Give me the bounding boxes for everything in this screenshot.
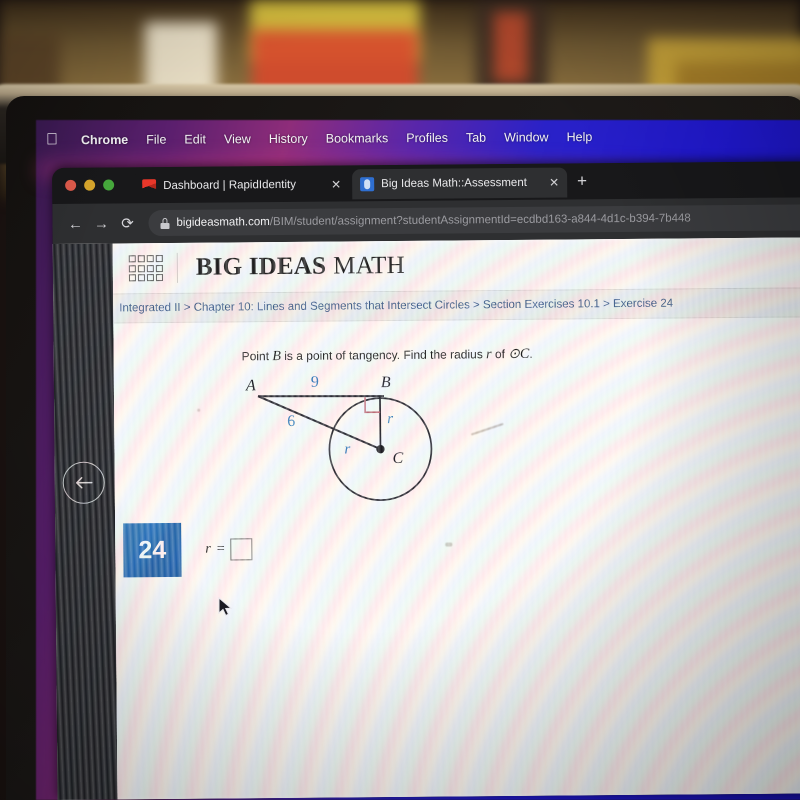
label-point-a: A bbox=[245, 377, 256, 394]
breadcrumb[interactable]: Integrated II > Chapter 10: Lines and Se… bbox=[113, 298, 673, 315]
geometry-diagram-svg: A B C 9 6 r r bbox=[245, 374, 433, 501]
close-tab-icon[interactable]: ✕ bbox=[331, 177, 341, 191]
reload-button[interactable]: ⟳ bbox=[114, 214, 140, 232]
apple-logo-icon[interactable]:  bbox=[46, 131, 58, 148]
web-page: BIG IDEAS MATH Integrated II > Chapter 10… bbox=[52, 237, 800, 800]
address-bar-text: bigideasmath.com/BIM/student/assignment?… bbox=[176, 212, 690, 228]
site-logo: BIG IDEAS MATH bbox=[196, 252, 405, 282]
tab-title: Dashboard | RapidIdentity bbox=[163, 178, 296, 193]
page-content-area: BIG IDEAS MATH Integrated II > Chapter 10… bbox=[112, 237, 800, 800]
rapididentity-favicon-icon bbox=[142, 179, 157, 194]
label-segment-9: 9 bbox=[311, 374, 319, 391]
header-divider bbox=[176, 252, 179, 283]
wall-frame bbox=[494, 12, 528, 82]
site-header: BIG IDEAS MATH bbox=[112, 237, 800, 295]
answer-row: 24 r = bbox=[123, 522, 253, 578]
omnibox-toolbar: ← → ⟳ bigideasmath.com/BIM/student/assig… bbox=[52, 197, 800, 244]
chrome-window: Dashboard | RapidIdentity ✕ Big Ideas Ma… bbox=[52, 161, 800, 800]
brand-light: MATH bbox=[333, 251, 405, 280]
menu-item-edit[interactable]: Edit bbox=[175, 132, 215, 146]
minimize-window-button[interactable] bbox=[84, 179, 96, 191]
lock-icon bbox=[160, 217, 169, 228]
label-segment-6: 6 bbox=[287, 413, 295, 430]
answer-variable-label: r bbox=[205, 541, 211, 557]
segment-a-to-c bbox=[257, 395, 381, 451]
exercise-number-badge: 24 bbox=[123, 522, 182, 578]
label-radius-bc: r bbox=[387, 411, 393, 427]
exercise-content: Point B is a point of tangency. Find the… bbox=[113, 317, 800, 800]
screen-smudge bbox=[445, 542, 453, 547]
tab-title: Big Ideas Math::Assessment bbox=[381, 176, 527, 191]
address-bar[interactable]: bigideasmath.com/BIM/student/assignment?… bbox=[148, 204, 800, 237]
menu-item-chrome[interactable]: Chrome bbox=[72, 133, 137, 147]
label-point-c: C bbox=[392, 450, 403, 467]
window-traffic-lights[interactable] bbox=[65, 179, 115, 191]
menu-item-tab[interactable]: Tab bbox=[457, 131, 495, 145]
close-window-button[interactable] bbox=[65, 179, 77, 191]
tab-big-ideas-math-assessment[interactable]: Big Ideas Math::Assessment ✕ bbox=[352, 167, 568, 200]
prompt-text: . bbox=[529, 346, 533, 361]
url-path: /BIM/student/assignment?studentAssignmen… bbox=[269, 212, 691, 229]
new-tab-button[interactable]: + bbox=[577, 171, 587, 190]
apps-grid-icon[interactable] bbox=[128, 255, 163, 282]
screen-smudge bbox=[197, 408, 201, 412]
menu-item-file[interactable]: File bbox=[137, 133, 175, 147]
arrow-left-icon bbox=[75, 477, 93, 489]
tab-dashboard-rapididentity[interactable]: Dashboard | RapidIdentity ✕ bbox=[134, 169, 350, 202]
menu-item-profiles[interactable]: Profiles bbox=[397, 131, 457, 145]
offscreen-left-rail bbox=[52, 243, 118, 800]
macos-menubar[interactable]:  Chrome File Edit View History Bookmark… bbox=[36, 122, 800, 155]
close-tab-icon[interactable]: ✕ bbox=[549, 176, 559, 190]
center-point-c bbox=[376, 444, 385, 454]
menu-item-help[interactable]: Help bbox=[558, 130, 602, 144]
prompt-text: Point bbox=[241, 349, 273, 364]
prompt-text: of bbox=[491, 347, 509, 362]
menu-item-bookmarks[interactable]: Bookmarks bbox=[317, 131, 398, 145]
label-point-b: B bbox=[381, 374, 391, 391]
answer-input[interactable] bbox=[230, 538, 253, 561]
prompt-circle-c: ⊙C bbox=[508, 346, 530, 363]
screenshot-photo:  Chrome File Edit View History Bookmark… bbox=[0, 0, 800, 800]
menu-item-window[interactable]: Window bbox=[495, 130, 558, 144]
geometry-figure: A B C 9 6 r r bbox=[234, 364, 525, 512]
bigideasmath-favicon-icon bbox=[360, 177, 375, 192]
back-navigation-button[interactable]: ← bbox=[62, 215, 88, 232]
prompt-text: is a point of tangency. Find the radius bbox=[280, 347, 487, 364]
back-to-assignment-button[interactable] bbox=[62, 461, 105, 504]
menu-item-view[interactable]: View bbox=[215, 132, 260, 146]
maximize-window-button[interactable] bbox=[103, 179, 115, 191]
label-radius-ac: r bbox=[344, 441, 350, 457]
answer-equals-sign: = bbox=[216, 541, 225, 557]
forward-navigation-button[interactable]: → bbox=[88, 215, 114, 232]
url-domain: bigideasmath.com bbox=[176, 216, 270, 229]
question-prompt: Point B is a point of tangency. Find the… bbox=[242, 346, 533, 366]
menu-item-history[interactable]: History bbox=[260, 132, 317, 146]
brand-bold: BIG IDEAS bbox=[195, 252, 327, 281]
segment-ab bbox=[257, 395, 385, 398]
